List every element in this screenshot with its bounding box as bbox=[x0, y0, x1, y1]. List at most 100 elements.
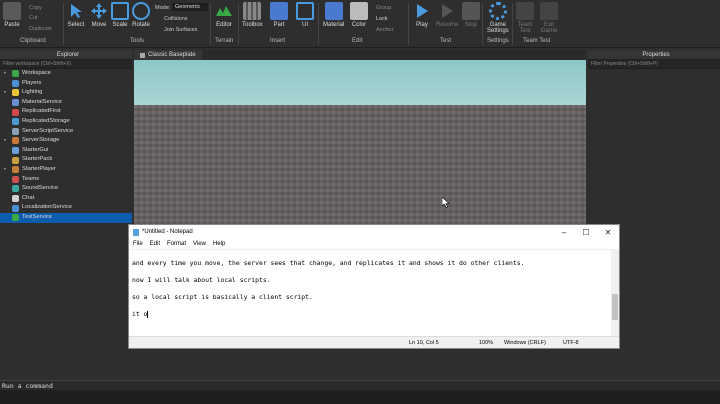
explorer-item[interactable]: ReplicatedStorage bbox=[0, 117, 132, 127]
teams-icon bbox=[12, 175, 19, 183]
expand-arrow-icon[interactable]: ▸ bbox=[4, 165, 12, 175]
expand-arrow-icon[interactable]: ▸ bbox=[4, 69, 12, 79]
join-surfaces-toggle[interactable]: Join Surfaces bbox=[164, 27, 197, 33]
divider bbox=[318, 3, 319, 45]
menu-format[interactable]: Format bbox=[167, 241, 186, 247]
explorer-item[interactable]: Chat bbox=[0, 194, 132, 204]
vertical-scrollbar[interactable] bbox=[611, 250, 619, 336]
explorer-item[interactable]: ▸ ServerStorage bbox=[0, 136, 132, 146]
rotate-icon bbox=[132, 2, 150, 20]
starter-pack-icon bbox=[12, 156, 19, 164]
sound-service-icon bbox=[12, 185, 19, 193]
select-tool-button[interactable]: Select bbox=[67, 2, 85, 28]
explorer-item[interactable]: StarterGui bbox=[0, 146, 132, 156]
explorer-item-label: LocalizationService bbox=[22, 204, 72, 211]
mode-select[interactable]: Geometric bbox=[172, 3, 208, 11]
cursor-icon bbox=[71, 4, 82, 18]
part-button[interactable]: Part bbox=[270, 2, 288, 28]
explorer-panel: Explorer Filter workspace (Ctrl+Shift+X)… bbox=[0, 50, 132, 380]
stop-icon bbox=[462, 2, 480, 20]
3d-viewport[interactable] bbox=[134, 60, 586, 225]
starter-player-icon bbox=[12, 166, 19, 174]
explorer-item-label: Workspace bbox=[22, 70, 51, 76]
lighting-icon bbox=[12, 89, 19, 97]
explorer-item[interactable]: SoundService bbox=[0, 184, 132, 194]
explorer-item-label: Chat bbox=[22, 194, 35, 201]
stop-button[interactable]: Stop bbox=[462, 2, 480, 28]
team-test-button[interactable]: Team Test bbox=[516, 2, 534, 34]
text-caret bbox=[147, 310, 149, 318]
menu-view[interactable]: View bbox=[193, 241, 206, 247]
players-icon bbox=[12, 79, 19, 87]
team-test-icon bbox=[516, 2, 534, 20]
ui-frame-icon bbox=[296, 2, 314, 20]
part-cube-icon bbox=[270, 2, 288, 20]
test-group-label: Test bbox=[440, 38, 452, 44]
properties-filter-input[interactable]: Filter Properties (Ctrl+Shift+P) bbox=[588, 60, 720, 69]
workspace-icon bbox=[12, 70, 19, 78]
lock-button[interactable]: Lock bbox=[376, 16, 388, 22]
explorer-item[interactable]: ServerScriptService bbox=[0, 127, 132, 137]
explorer-item[interactable]: MaterialService bbox=[0, 98, 132, 108]
status-bar bbox=[0, 390, 720, 404]
maximize-icon[interactable]: ☐ bbox=[575, 228, 597, 237]
close-icon[interactable]: ✕ bbox=[597, 228, 619, 237]
exit-game-icon bbox=[540, 2, 558, 20]
copy-button[interactable]: Copy bbox=[29, 5, 42, 11]
move-tool-button[interactable]: Move bbox=[90, 2, 108, 28]
replicated-storage-icon bbox=[12, 118, 19, 126]
explorer-item[interactable]: ▸ Lighting bbox=[0, 88, 132, 98]
scrollbar-thumb[interactable] bbox=[612, 294, 618, 320]
expand-arrow-icon[interactable]: ▸ bbox=[4, 136, 12, 146]
color-button[interactable]: Color bbox=[350, 2, 368, 28]
collisions-toggle[interactable]: Collisions bbox=[164, 16, 188, 22]
explorer-item[interactable]: Players bbox=[0, 79, 132, 89]
minimize-icon[interactable]: – bbox=[553, 228, 575, 237]
toolbox-button[interactable]: Toolbox bbox=[242, 2, 263, 28]
cut-button[interactable]: Cut bbox=[29, 15, 38, 21]
edit-group-label: Edit bbox=[352, 38, 363, 44]
paste-icon bbox=[3, 2, 21, 20]
starter-gui-icon bbox=[12, 147, 19, 155]
properties-header: Properties bbox=[588, 50, 720, 60]
anchor-button[interactable]: Anchor bbox=[376, 27, 393, 33]
group-button[interactable]: Group bbox=[376, 5, 391, 11]
scale-tool-button[interactable]: Scale bbox=[111, 2, 129, 28]
terrain-icon bbox=[216, 6, 232, 16]
exit-game-button[interactable]: Exit Game bbox=[540, 2, 558, 34]
game-settings-button[interactable]: Game Settings bbox=[487, 2, 509, 34]
explorer-item[interactable]: ▸ StarterPlayer bbox=[0, 165, 132, 175]
explorer-item[interactable]: ReplicatedFirst bbox=[0, 107, 132, 117]
menu-file[interactable]: File bbox=[133, 241, 143, 247]
paste-button[interactable]: Paste bbox=[3, 2, 21, 28]
explorer-tree: ▸ Workspace Players ▸ Lighting MaterialServic… bbox=[0, 69, 132, 223]
mouse-cursor-icon bbox=[442, 197, 450, 208]
material-button[interactable]: Material bbox=[323, 2, 344, 28]
explorer-item-label: Teams bbox=[22, 175, 40, 182]
text-line: now I will talk about local scripts. bbox=[132, 276, 271, 284]
explorer-item[interactable]: StarterPack bbox=[0, 155, 132, 165]
menu-help[interactable]: Help bbox=[213, 241, 225, 247]
menu-edit[interactable]: Edit bbox=[150, 241, 160, 247]
explorer-item[interactable]: TestService bbox=[0, 212, 132, 223]
rotate-tool-button[interactable]: Rotate bbox=[132, 2, 150, 28]
explorer-filter-input[interactable]: Filter workspace (Ctrl+Shift+X) bbox=[0, 60, 132, 69]
explorer-item[interactable]: LocalizationService bbox=[0, 203, 132, 213]
chat-icon bbox=[12, 195, 19, 203]
explorer-item-label: StarterGui bbox=[22, 146, 49, 153]
command-bar-input[interactable]: Run a command bbox=[0, 380, 720, 390]
explorer-item-label: StarterPlayer bbox=[22, 165, 56, 172]
ui-button[interactable]: UI bbox=[296, 2, 314, 28]
tab-classic-baseplate[interactable]: Classic Baseplate bbox=[134, 50, 202, 60]
play-button[interactable]: Play bbox=[413, 2, 431, 28]
play-icon bbox=[417, 4, 428, 18]
duplicate-button[interactable]: Duplicate bbox=[29, 26, 52, 32]
divider bbox=[408, 3, 409, 45]
encoding: UTF-8 bbox=[563, 340, 579, 346]
resume-button[interactable]: Resume bbox=[436, 2, 458, 28]
expand-arrow-icon[interactable]: ▸ bbox=[4, 88, 12, 98]
notepad-text-area[interactable]: and every time you move, the server sees… bbox=[129, 250, 613, 336]
explorer-item[interactable]: ▸ Workspace bbox=[0, 69, 132, 79]
explorer-item[interactable]: Teams bbox=[0, 175, 132, 185]
terrain-editor-button[interactable]: Editor bbox=[215, 2, 233, 28]
